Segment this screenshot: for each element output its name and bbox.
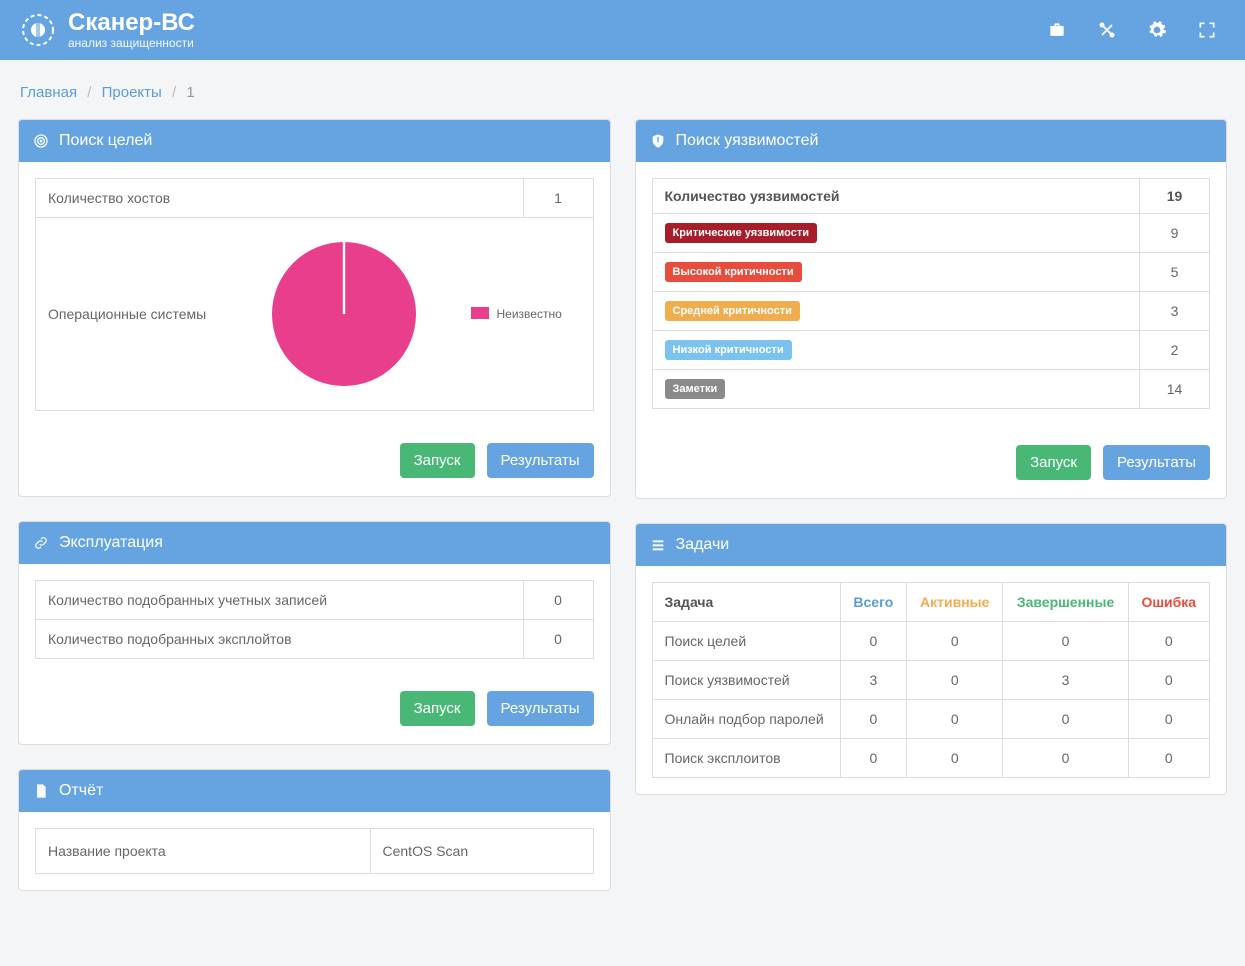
col-done: Завершенные [1003, 583, 1128, 622]
legend-swatch [471, 307, 489, 319]
navbar: Сканер-ВС анализ защищенности [0, 0, 1245, 60]
breadcrumb-separator: / [172, 84, 176, 101]
task-error: 0 [1128, 700, 1209, 739]
col-active: Активные [907, 583, 1003, 622]
tasks-panel: Задачи Задача Всего Активные Завершенные… [635, 523, 1228, 795]
task-row: Онлайн подбор паролей0000 [652, 700, 1210, 739]
vuln-row: Заметки14 [652, 370, 1210, 409]
os-pie-chart [264, 234, 424, 394]
target-icon [33, 133, 49, 149]
report-label: Название проекта [36, 829, 371, 874]
task-error: 0 [1128, 661, 1209, 700]
task-name: Онлайн подбор паролей [652, 700, 840, 739]
tools-icon[interactable] [1097, 20, 1117, 40]
exploit-label: Количество подобранных эксплойтов [36, 620, 524, 659]
results-button[interactable]: Результаты [1103, 445, 1210, 480]
task-all: 0 [840, 622, 906, 661]
results-button[interactable]: Результаты [487, 443, 594, 478]
task-row: Поиск целей0000 [652, 622, 1210, 661]
vuln-label[interactable]: Заметки [652, 370, 1140, 409]
panel-title: Эксплуатация [59, 534, 163, 552]
vuln-count: 2 [1140, 331, 1210, 370]
task-done: 3 [1003, 661, 1128, 700]
hosts-label: Количество хостов [36, 179, 524, 218]
vuln-row: Низкой критичности2 [652, 331, 1210, 370]
brand-title: Сканер-ВС [68, 10, 195, 36]
vuln-row: Высокой критичности5 [652, 253, 1210, 292]
task-active: 0 [907, 661, 1003, 700]
vuln-total-count: 19 [1140, 179, 1210, 214]
os-row: Операционные системы Неизвестно [36, 218, 594, 411]
report-panel: Отчёт Название проекта CentOS Scan [18, 769, 611, 891]
brand[interactable]: Сканер-ВС анализ защищенности [20, 10, 195, 50]
exploit-label: Количество подобранных учетных записей [36, 581, 524, 620]
vuln-label[interactable]: Низкой критичности [652, 331, 1140, 370]
panel-title: Поиск уязвимостей [676, 132, 819, 150]
col-all: Всего [840, 583, 906, 622]
task-done: 0 [1003, 739, 1128, 778]
vuln-row: Критические уязвимости9 [652, 214, 1210, 253]
vuln-count: 14 [1140, 370, 1210, 409]
report-value: CentOS Scan [370, 829, 593, 874]
breadcrumb-separator: / [87, 84, 91, 101]
vuln-count: 5 [1140, 253, 1210, 292]
run-button[interactable]: Запуск [400, 443, 475, 478]
panel-title: Отчёт [59, 782, 103, 800]
task-error: 0 [1128, 739, 1209, 778]
brand-subtitle: анализ защищенности [68, 37, 195, 50]
task-row: Поиск эксплоитов0000 [652, 739, 1210, 778]
exploit-count: 0 [523, 581, 593, 620]
run-button[interactable]: Запуск [400, 691, 475, 726]
task-name: Поиск эксплоитов [652, 739, 840, 778]
task-all: 0 [840, 739, 906, 778]
vuln-total-label: Количество уязвимостей [652, 179, 1140, 214]
task-all: 0 [840, 700, 906, 739]
panel-title: Поиск целей [59, 132, 152, 150]
briefcase-icon[interactable] [1047, 20, 1067, 40]
task-all: 3 [840, 661, 906, 700]
task-name: Поиск целей [652, 622, 840, 661]
task-error: 0 [1128, 622, 1209, 661]
task-active: 0 [907, 622, 1003, 661]
vuln-panel: Поиск уязвимостей Количество уязвимостей… [635, 119, 1228, 499]
fullscreen-icon[interactable] [1197, 20, 1217, 40]
task-name: Поиск уязвимостей [652, 661, 840, 700]
targets-panel: Поиск целей Количество хостов 1 Операцио… [18, 119, 611, 497]
col-task: Задача [652, 583, 840, 622]
task-row: Поиск уязвимостей3030 [652, 661, 1210, 700]
results-button[interactable]: Результаты [487, 691, 594, 726]
breadcrumb-current: 1 [186, 84, 194, 101]
exploitation-panel: Эксплуатация Количество подобранных учет… [18, 521, 611, 745]
task-active: 0 [907, 739, 1003, 778]
task-active: 0 [907, 700, 1003, 739]
panel-title: Задачи [676, 536, 730, 554]
vuln-row: Средней критичности3 [652, 292, 1210, 331]
vuln-count: 3 [1140, 292, 1210, 331]
col-error: Ошибка [1128, 583, 1209, 622]
breadcrumb: Главная / Проекты / 1 [20, 84, 1227, 101]
exploit-count: 0 [523, 620, 593, 659]
exploit-row: Количество подобранных эксплойтов0 [36, 620, 594, 659]
vuln-label[interactable]: Средней критичности [652, 292, 1140, 331]
gear-icon[interactable] [1147, 20, 1167, 40]
brand-logo-icon [20, 12, 56, 48]
list-icon [650, 537, 666, 553]
vuln-label[interactable]: Высокой критичности [652, 253, 1140, 292]
shield-icon [650, 133, 666, 149]
breadcrumb-home[interactable]: Главная [20, 84, 77, 101]
run-button[interactable]: Запуск [1016, 445, 1091, 480]
vuln-count: 9 [1140, 214, 1210, 253]
legend-unknown: Неизвестно [497, 307, 562, 321]
os-label: Операционные системы [48, 306, 218, 322]
hosts-count: 1 [523, 179, 593, 218]
document-icon [33, 783, 49, 799]
breadcrumb-projects[interactable]: Проекты [102, 84, 162, 101]
task-done: 0 [1003, 622, 1128, 661]
task-done: 0 [1003, 700, 1128, 739]
exploit-row: Количество подобранных учетных записей0 [36, 581, 594, 620]
vuln-label[interactable]: Критические уязвимости [652, 214, 1140, 253]
link-icon [33, 535, 49, 551]
